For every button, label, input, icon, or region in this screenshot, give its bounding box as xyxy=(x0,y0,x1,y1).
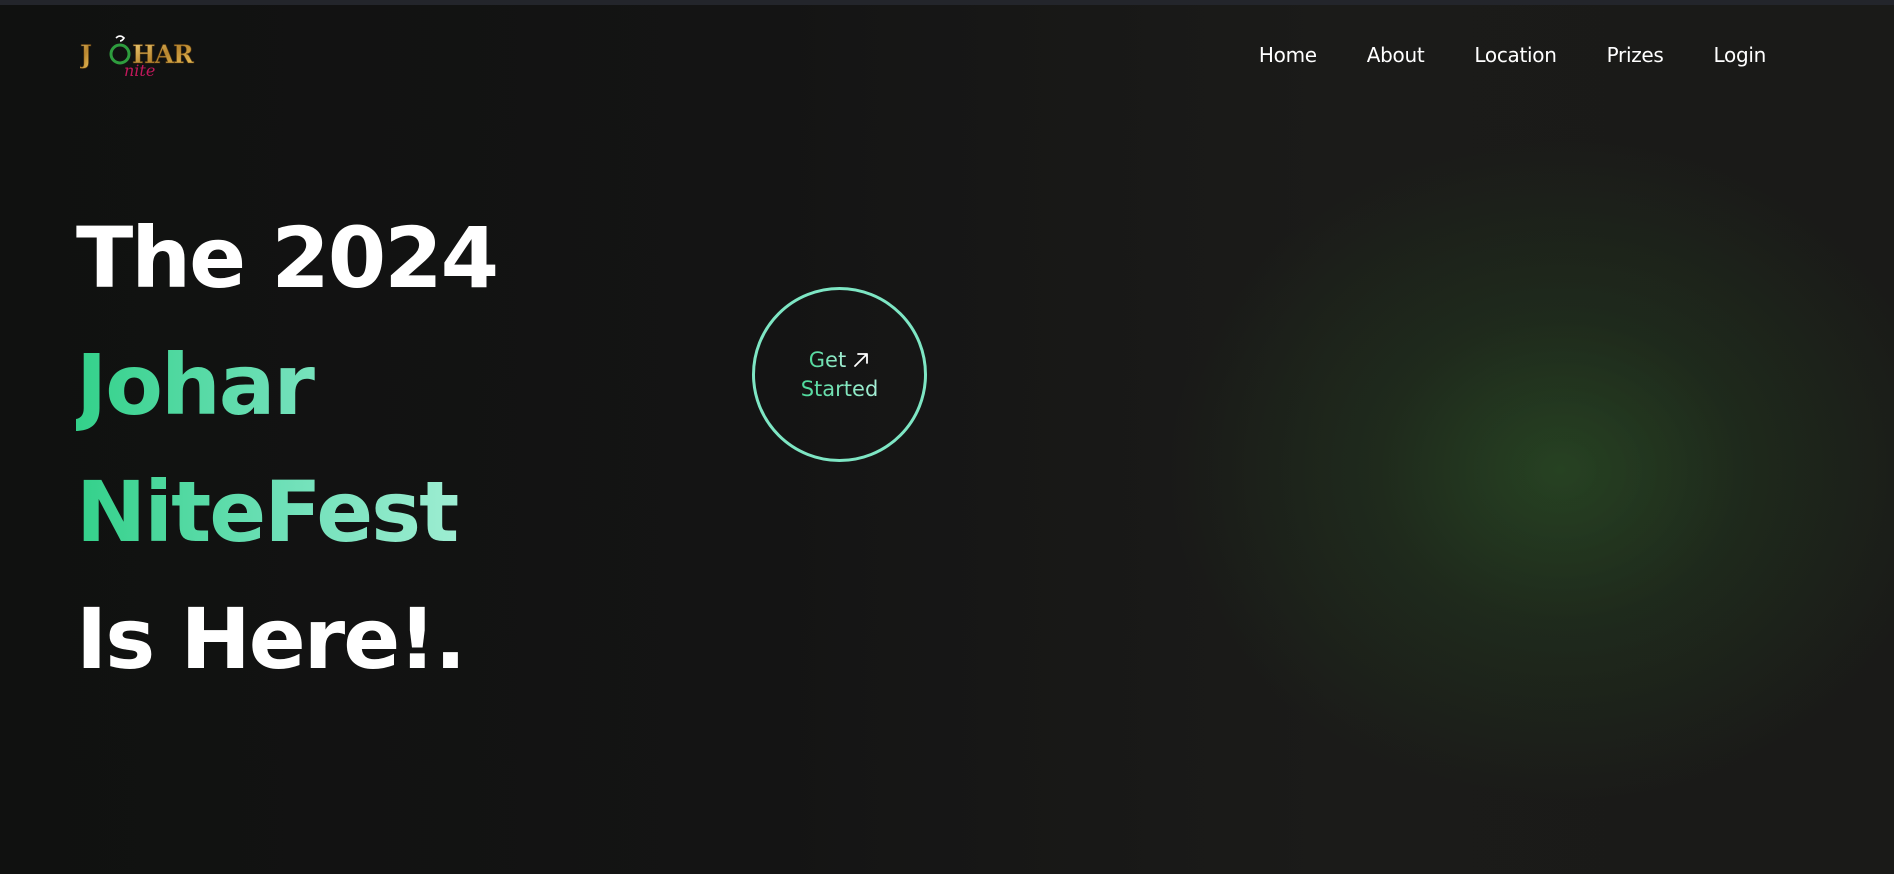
cta-label-started: Started xyxy=(801,375,879,404)
nav-home-link[interactable]: Home xyxy=(1259,43,1317,67)
hero-line-johar: Johar xyxy=(76,322,497,449)
nav-prizes-link[interactable]: Prizes xyxy=(1607,43,1664,67)
nav-login-link[interactable]: Login xyxy=(1714,43,1767,67)
top-border xyxy=(0,0,1894,5)
nav-about-link[interactable]: About xyxy=(1367,43,1425,67)
nav-location-link[interactable]: Location xyxy=(1474,43,1557,67)
hero-line-year: The 2024 xyxy=(76,209,499,307)
landing-page: J HAR nite Home About Location Prizes Lo… xyxy=(0,0,1894,874)
main-nav: Home About Location Prizes Login xyxy=(1259,40,1766,70)
svg-text:J: J xyxy=(80,40,91,69)
hero-heading: The 2024 Johar NiteFest Is Here!. xyxy=(76,195,499,703)
cta-first-row: Get xyxy=(809,346,870,375)
hero-line-is-here: Is Here!. xyxy=(76,590,466,688)
svg-text:nite: nite xyxy=(124,61,155,80)
site-logo[interactable]: J HAR nite xyxy=(80,32,230,80)
get-started-button[interactable]: Get Started xyxy=(752,287,927,462)
hero-line-nitefest: NiteFest xyxy=(76,449,497,576)
cta-label-get: Get xyxy=(809,346,846,375)
arrow-up-right-icon xyxy=(852,351,870,369)
